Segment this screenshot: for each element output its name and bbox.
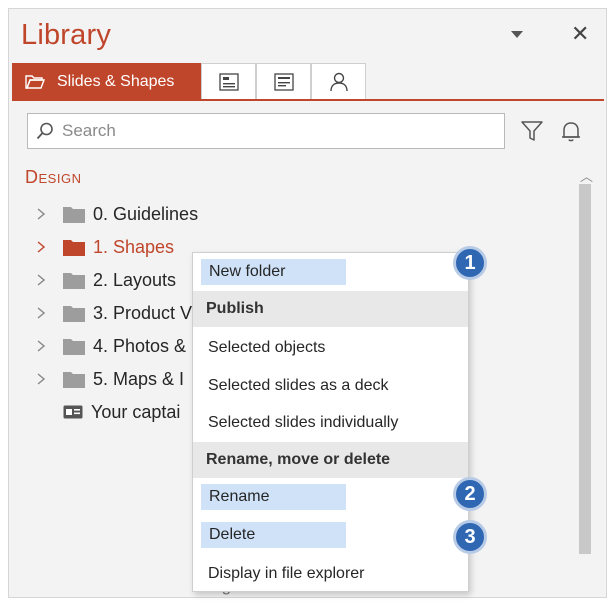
panel-menu-dropdown-icon[interactable] — [511, 31, 523, 38]
tab-people[interactable] — [311, 63, 366, 99]
folder-icon — [63, 371, 85, 388]
menu-section-publish: Publish — [193, 291, 468, 327]
tree-item-selected[interactable]: 1. Shapes — [35, 232, 174, 262]
context-menu: New folder Publish Selected objects Sele… — [192, 252, 469, 592]
person-icon — [329, 72, 348, 91]
chevron-right-icon[interactable] — [35, 274, 47, 286]
search-box[interactable] — [27, 113, 505, 149]
search-icon — [36, 122, 53, 140]
chevron-right-icon[interactable] — [35, 373, 47, 385]
chevron-right-icon[interactable] — [35, 241, 47, 253]
bell-icon[interactable] — [559, 119, 583, 143]
scrollbar-thumb[interactable] — [579, 184, 591, 554]
folder-icon — [63, 206, 85, 223]
callout-badge-2: 2 — [453, 477, 487, 511]
menu-item-new-folder[interactable]: New folder — [201, 259, 346, 285]
section-title-design: Design — [25, 167, 82, 187]
menu-section-rename: Rename, move or delete — [193, 442, 468, 478]
callout-badge-3: 3 — [453, 520, 487, 554]
tab-slide-text[interactable] — [256, 63, 311, 99]
tab-slide-layouts[interactable] — [201, 63, 256, 99]
menu-item-delete[interactable]: Delete — [201, 522, 346, 548]
tree-item[interactable]: 0. Guidelines — [35, 199, 198, 229]
folder-icon — [63, 272, 85, 289]
folder-icon — [63, 338, 85, 355]
chevron-right-icon[interactable] — [35, 208, 47, 220]
menu-item-display-explorer[interactable]: Display in file explorer — [208, 565, 365, 583]
slide-layout-icon — [218, 72, 239, 91]
folder-icon — [63, 305, 85, 322]
folder-icon — [63, 239, 85, 256]
callout-badge-1: 1 — [453, 246, 487, 280]
tab-slides-shapes[interactable]: Slides & Shapes — [12, 63, 201, 99]
close-icon[interactable]: ✕ — [571, 23, 589, 45]
search-input[interactable] — [60, 120, 484, 142]
menu-item-slides-as-deck[interactable]: Selected slides as a deck — [208, 377, 389, 395]
tree-item-label: 1. Shapes — [93, 236, 175, 257]
tab-slides-shapes-label: Slides & Shapes — [57, 72, 175, 90]
panel-title: Library — [21, 19, 112, 51]
scroll-up-icon[interactable]: ︿ — [580, 166, 593, 185]
tab-strip: Slides & Shapes — [12, 63, 604, 101]
filter-icon[interactable] — [520, 119, 544, 143]
chevron-right-icon[interactable] — [35, 307, 47, 319]
tree-item-label: 0. Guidelines — [93, 203, 199, 224]
slide-deck-icon — [63, 404, 83, 420]
menu-item-slides-individually[interactable]: Selected slides individually — [208, 414, 398, 432]
menu-item-selected-objects[interactable]: Selected objects — [208, 339, 325, 357]
chevron-right-icon[interactable] — [35, 340, 47, 352]
slide-text-icon — [273, 72, 294, 91]
menu-item-rename[interactable]: Rename — [201, 484, 346, 510]
folder-open-icon — [25, 74, 45, 89]
